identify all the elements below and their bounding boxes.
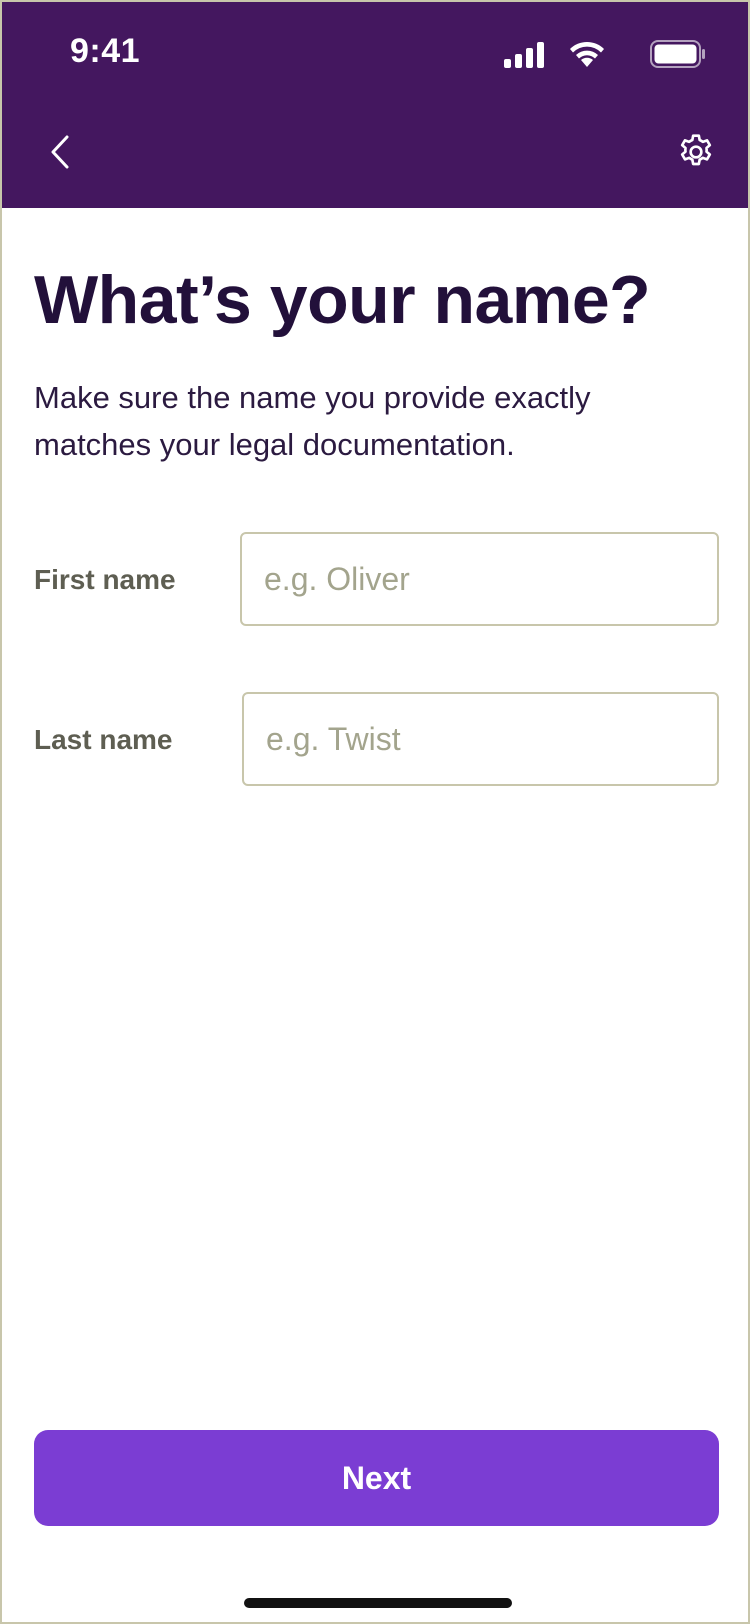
last-name-input[interactable] [242, 692, 719, 786]
back-button[interactable] [36, 124, 84, 180]
battery-icon [650, 40, 705, 68]
last-name-label: Last name [34, 724, 173, 755]
signal-icon [504, 42, 544, 68]
wifi-icon [570, 41, 604, 67]
home-indicator [244, 1598, 512, 1608]
gear-icon [680, 134, 712, 166]
status-icons [496, 40, 706, 68]
app-screen: 9:41 What’s your name? Make sure the nam… [0, 0, 750, 1624]
chevron-left-icon [51, 135, 69, 169]
first-name-input[interactable] [240, 532, 719, 626]
settings-button[interactable] [670, 126, 722, 178]
status-time: 9:41 [70, 32, 141, 70]
first-name-label: First name [34, 564, 176, 595]
page-subtitle: Make sure the name you provide exactly m… [34, 380, 591, 462]
app-header: 9:41 [2, 2, 748, 208]
page-title: What’s your name? [34, 262, 651, 338]
next-button[interactable]: Next [34, 1430, 719, 1526]
